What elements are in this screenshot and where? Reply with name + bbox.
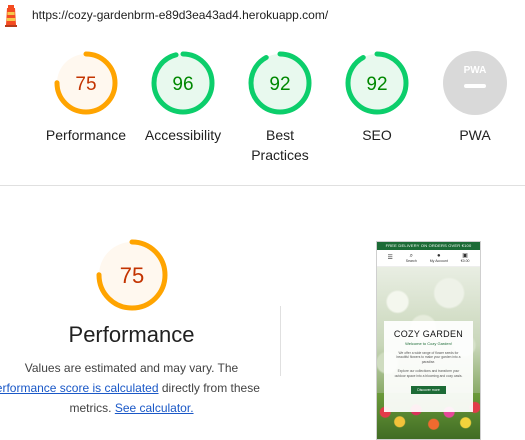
gauge-ring: 96 — [151, 51, 215, 115]
thumb-title: COZY GARDEN — [393, 329, 464, 339]
gauge-performance[interactable]: 75 — [53, 50, 119, 116]
gauge-label-seo: SEO — [362, 127, 392, 143]
vertical-divider — [280, 306, 281, 376]
desc-text-2: directly from these — [161, 381, 260, 395]
pwa-badge-text: PWA — [464, 65, 487, 76]
gauge-value: 96 — [172, 74, 193, 95]
gauge-value: 75 — [75, 74, 96, 95]
thumb-nav: ☰ ⌕ Search ● My Account ▣ €0.00 — [377, 250, 480, 267]
thumb-nav-cart: ▣ €0.00 — [460, 253, 470, 263]
gauge-value: 92 — [269, 74, 290, 95]
desc-text-3: metrics. — [69, 401, 112, 415]
report-url[interactable]: https://cozy-gardenbrm-e89d3ea43ad4.hero… — [32, 8, 328, 22]
section-divider — [0, 185, 525, 186]
performance-title: Performance — [68, 322, 195, 347]
desc-text-1: Values are estimated and may vary. The — [24, 361, 239, 375]
see-calculator-link[interactable]: See calculator. — [115, 401, 194, 415]
gauge-pwa[interactable]: PWA — [442, 50, 508, 116]
thumb-paragraph-2: Explore our collections and transform yo… — [394, 369, 463, 378]
thumb-paragraph-1: We offer a wide range of flower seeds fo… — [396, 351, 461, 364]
gauge-best-practices[interactable]: 92 — [247, 50, 313, 116]
gauge-accessibility[interactable]: 96 — [150, 50, 216, 116]
gauge-value: 92 — [366, 74, 387, 95]
thumb-menu-icon: ☰ — [387, 255, 393, 261]
performance-gauge-large: 75 — [95, 238, 169, 312]
final-screenshot[interactable]: FREE DELIVERY ON ORDERS OVER €100 ☰ ⌕ Sea… — [376, 241, 481, 440]
gauge-label-pwa: PWA — [459, 127, 491, 143]
gauge-ring: 92 — [248, 51, 312, 115]
report-header: https://cozy-gardenbrm-e89d3ea43ad4.hero… — [0, 0, 525, 30]
thumb-hero-card: COZY GARDEN Welcome to Cozy Garden! We o… — [384, 321, 473, 412]
thumb-nav-search: ⌕ Search — [405, 253, 417, 263]
gauge-ring: 75 — [54, 51, 118, 115]
gauge-seo[interactable]: 92 — [344, 50, 410, 116]
gauge-value: 75 — [120, 263, 144, 288]
gauge-label-best-practices: Best Practices — [240, 125, 320, 165]
thumb-banner: FREE DELIVERY ON ORDERS OVER €100 — [377, 242, 480, 250]
gauge-label-performance: Performance — [45, 127, 127, 143]
best-practices-label: Best Practices — [251, 127, 309, 163]
pwa-badge-icon: PWA — [443, 51, 507, 115]
thumb-nav-account: ● My Account — [429, 253, 448, 263]
gauge-label-accessibility: Accessibility — [144, 127, 222, 143]
lighthouse-icon — [5, 5, 17, 27]
performance-description: Values are estimated and may vary. The p… — [0, 358, 263, 418]
gauge-ring: 75 — [96, 239, 168, 311]
thumb-discover-button: Discover more — [411, 386, 446, 395]
thumb-subtitle: Welcome to Cozy Garden! — [405, 341, 452, 346]
score-calculated-link[interactable]: performance score is calculated — [0, 381, 159, 395]
gauge-ring: 92 — [345, 51, 409, 115]
